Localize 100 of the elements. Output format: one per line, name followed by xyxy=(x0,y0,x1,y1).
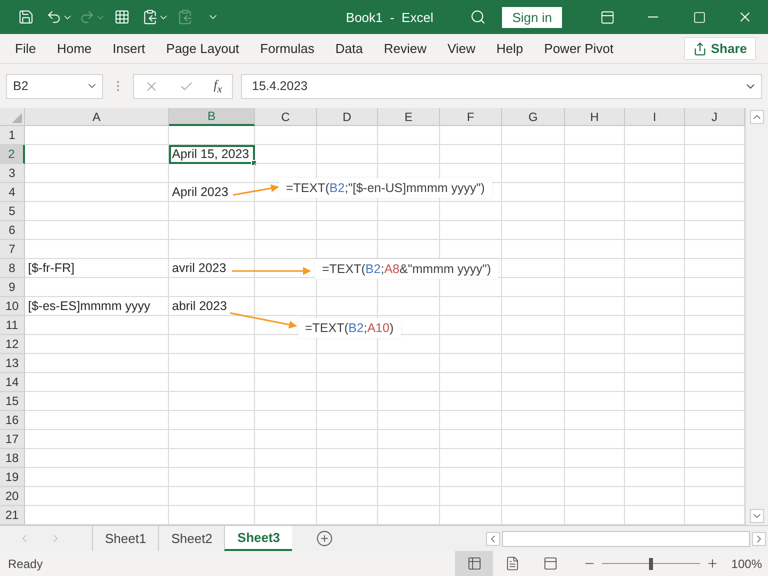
table-cell xyxy=(440,126,502,145)
ribbon-tab[interactable]: Review xyxy=(374,41,436,56)
column-header[interactable]: B xyxy=(169,108,255,126)
row-header[interactable]: 21 xyxy=(0,506,25,525)
row-header[interactable]: 7 xyxy=(0,240,25,259)
zoom-in-icon[interactable] xyxy=(706,557,720,570)
column-header[interactable]: A xyxy=(25,108,169,126)
sign-in-button[interactable]: Sign in xyxy=(502,6,562,28)
row-header[interactable]: 12 xyxy=(0,335,25,354)
search-icon[interactable] xyxy=(470,9,486,25)
table-cell xyxy=(502,240,565,259)
column-header[interactable]: D xyxy=(317,108,378,126)
share-button[interactable]: Share xyxy=(684,37,756,60)
zoom-thumb[interactable] xyxy=(649,558,654,570)
row-header[interactable]: 11 xyxy=(0,316,25,335)
row-header[interactable]: 17 xyxy=(0,430,25,449)
row-header[interactable]: 2 xyxy=(0,145,25,164)
table-cell xyxy=(317,373,378,392)
function-button[interactable]: f$_{x}$ xyxy=(214,76,222,96)
ribbon-display-icon[interactable] xyxy=(600,10,614,24)
name-box[interactable]: B2 xyxy=(6,74,103,98)
table-cell xyxy=(440,145,502,164)
ribbon-tab[interactable]: Page Layout xyxy=(157,41,248,56)
ribbon-tab[interactable]: File xyxy=(6,41,45,56)
row-header[interactable]: 6 xyxy=(0,221,25,240)
ribbon-tab[interactable]: View xyxy=(438,41,484,56)
formula-field[interactable]: 15.4.2023 xyxy=(241,74,762,98)
table-cell xyxy=(502,297,565,316)
column-header[interactable]: E xyxy=(378,108,440,126)
table-cell xyxy=(625,449,685,468)
table-cell xyxy=(255,468,317,487)
row-header[interactable]: 13 xyxy=(0,354,25,373)
row-header[interactable]: 10 xyxy=(0,297,25,316)
grid-icon xyxy=(466,556,482,571)
column-header[interactable]: C xyxy=(255,108,317,126)
table-cell: avril 2023 xyxy=(169,259,255,278)
table-cell xyxy=(565,430,625,449)
table-cell xyxy=(378,126,440,145)
table-cell xyxy=(625,259,685,278)
table-cell xyxy=(565,411,625,430)
undo-icon[interactable] xyxy=(46,9,62,25)
row-header[interactable]: 16 xyxy=(0,411,25,430)
table-cell xyxy=(565,354,625,373)
row-header[interactable]: 5 xyxy=(0,202,25,221)
row-header[interactable]: 9 xyxy=(0,278,25,297)
ribbon-tab[interactable]: Home xyxy=(48,41,101,56)
table-cell xyxy=(625,392,685,411)
table-cell xyxy=(625,316,685,335)
row-header[interactable]: 4 xyxy=(0,183,25,202)
table-cell xyxy=(502,468,565,487)
column-header[interactable]: I xyxy=(625,108,685,126)
save-icon[interactable] xyxy=(18,9,34,25)
table-cell xyxy=(255,392,317,411)
table-cell xyxy=(255,202,317,221)
row-header[interactable]: 18 xyxy=(0,449,25,468)
table-cell xyxy=(625,335,685,354)
table-icon[interactable] xyxy=(114,9,130,25)
table-cell xyxy=(317,487,378,506)
row-header[interactable]: 3 xyxy=(0,164,25,183)
ribbon-tab[interactable]: Power Pivot xyxy=(535,41,623,56)
column-header[interactable]: H xyxy=(565,108,625,126)
view-button[interactable] xyxy=(455,551,494,576)
table-cell xyxy=(255,411,317,430)
formula-callout: =TEXT(B2;A10) xyxy=(298,318,401,338)
add-sheet-icon[interactable] xyxy=(316,530,334,547)
row-header[interactable]: 20 xyxy=(0,487,25,506)
table-cell xyxy=(255,354,317,373)
triangle-icon xyxy=(12,113,22,123)
table-cell xyxy=(317,392,378,411)
table-cell xyxy=(255,373,317,392)
ribbon-tab[interactable]: Data xyxy=(326,41,372,56)
ribbon-tab[interactable]: Help xyxy=(487,41,532,56)
scroll-thumb[interactable] xyxy=(502,530,750,546)
column-header[interactable]: J xyxy=(685,108,745,126)
table-cell xyxy=(317,354,378,373)
table-cell: April 15, 2023 xyxy=(169,145,255,164)
table-cell xyxy=(255,430,317,449)
ribbon-tab[interactable]: Insert xyxy=(104,41,154,56)
table-cell xyxy=(255,126,317,145)
column-header[interactable]: F xyxy=(440,108,502,126)
clipboard-icon[interactable] xyxy=(177,9,193,25)
row-header[interactable]: 8 xyxy=(0,259,25,278)
table-cell xyxy=(317,202,378,221)
table-cell xyxy=(625,468,685,487)
column-header[interactable]: G xyxy=(502,108,565,126)
formula-callout: =TEXT(B2;"[$-en-US]mmmm yyyy") xyxy=(279,178,492,198)
row-header[interactable]: 19 xyxy=(0,468,25,487)
row-header[interactable]: 14 xyxy=(0,373,25,392)
sheet-tab[interactable]: Sheet3 xyxy=(224,526,292,551)
table-cell xyxy=(440,221,502,240)
table-cell: abril 2023 xyxy=(169,297,255,316)
table-cell xyxy=(625,297,685,316)
row-header[interactable]: 1 xyxy=(0,126,25,145)
clipboard-icon[interactable] xyxy=(142,9,158,25)
ribbon-tab[interactable]: Formulas xyxy=(251,41,324,56)
maximize-icon[interactable] xyxy=(692,10,706,24)
table-cell xyxy=(502,373,565,392)
row-header[interactable]: 15 xyxy=(0,392,25,411)
page-break-icon xyxy=(542,556,558,571)
table-cell xyxy=(502,449,565,468)
